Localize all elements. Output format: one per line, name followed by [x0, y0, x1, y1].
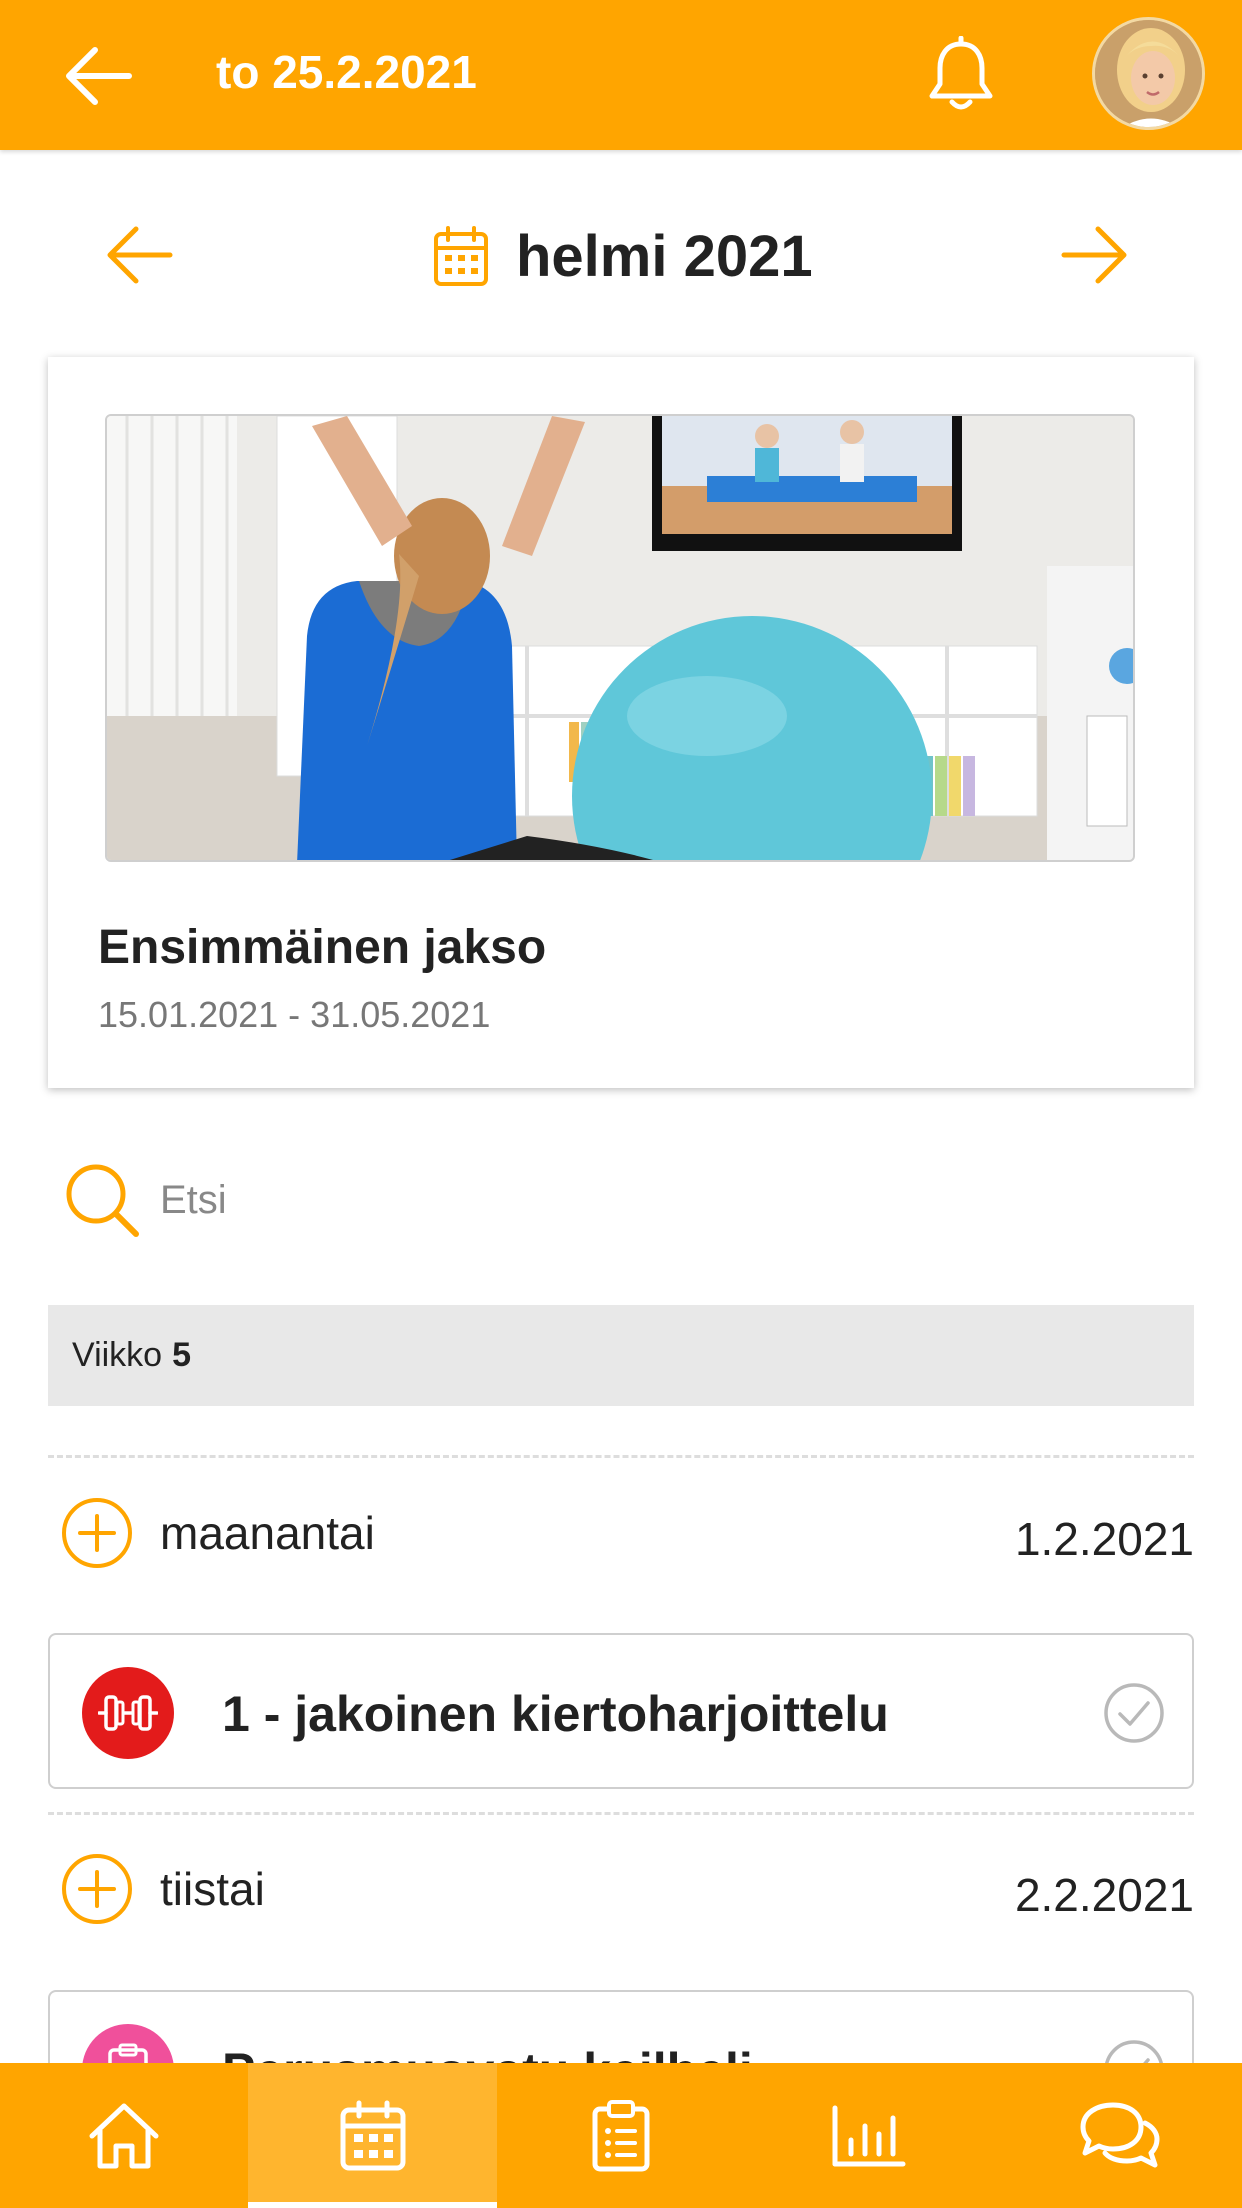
arrow-left-icon: [107, 226, 173, 284]
search-input[interactable]: [160, 1177, 960, 1223]
search-icon: [66, 1164, 139, 1237]
event-title: 1 - jakoinen kiertoharjoittelu: [222, 1686, 889, 1742]
arrow-right-icon: [1061, 226, 1127, 284]
day-name: tiistai: [160, 1863, 265, 1915]
program-title: Ensimmäinen jakso: [98, 921, 547, 974]
program-image: [105, 414, 1135, 862]
clipboard-list-icon: [592, 2099, 650, 2171]
user-avatar-image: [1095, 20, 1202, 127]
day-date: 1.2.2021: [1014, 1513, 1194, 1565]
page-title: to 25.2.2021: [216, 46, 477, 98]
tab-stats[interactable]: [745, 2063, 993, 2208]
next-month-button[interactable]: [1060, 223, 1140, 293]
arrow-left-icon: [66, 47, 132, 105]
day-row-monday: maanantai 1.2.2021: [48, 1482, 1194, 1582]
plus-circle-icon: [62, 1498, 132, 1568]
exercise-photo: [107, 416, 1133, 860]
event-type-badge: [82, 1667, 174, 1759]
program-card[interactable]: Ensimmäinen jakso 15.01.2021 - 31.05.202…: [48, 357, 1194, 1088]
event-card[interactable]: 1 - jakoinen kiertoharjoittelu: [48, 1633, 1194, 1789]
week-header: Viikko 5: [48, 1305, 1194, 1406]
bottom-navigation: [0, 2063, 1242, 2208]
program-date-range: 15.01.2021 - 31.05.2021: [98, 994, 491, 1035]
day-name: maanantai: [160, 1507, 375, 1559]
month-navigation: helmi 2021: [0, 205, 1242, 305]
calendar-icon: [434, 225, 488, 286]
day-date: 2.2.2021: [1014, 1869, 1194, 1921]
tab-calendar[interactable]: [248, 2063, 498, 2208]
home-icon: [89, 2103, 159, 2168]
notifications-button[interactable]: [922, 35, 1000, 116]
check-circle-icon: [1104, 1683, 1164, 1743]
tab-chat[interactable]: [994, 2063, 1242, 2208]
calendar-icon: [340, 2100, 406, 2170]
top-app-bar: to 25.2.2021: [0, 0, 1242, 150]
chat-icon: [1080, 2102, 1160, 2167]
complete-toggle[interactable]: [1102, 1681, 1166, 1745]
add-event-button[interactable]: [60, 1496, 134, 1570]
avatar[interactable]: [1092, 17, 1205, 130]
bar-chart-icon: [832, 2105, 906, 2166]
plus-circle-icon: [62, 1854, 132, 1924]
week-label: Viikko: [72, 1336, 163, 1374]
dumbbell-icon: [98, 1695, 158, 1731]
tab-home[interactable]: [0, 2063, 248, 2208]
tab-tasks[interactable]: [497, 2063, 745, 2208]
week-number: 5: [172, 1336, 192, 1374]
bell-icon: [929, 35, 993, 110]
previous-month-button[interactable]: [104, 223, 184, 293]
back-button[interactable]: [58, 36, 138, 116]
month-label-group[interactable]: helmi 2021: [432, 223, 813, 290]
divider: [48, 1455, 1194, 1458]
search-bar: [64, 1155, 1164, 1245]
month-label: helmi 2021: [516, 224, 813, 289]
day-row-tuesday: tiistai 2.2.2021: [48, 1838, 1194, 1938]
add-event-button[interactable]: [60, 1852, 134, 1926]
divider: [48, 1812, 1194, 1815]
